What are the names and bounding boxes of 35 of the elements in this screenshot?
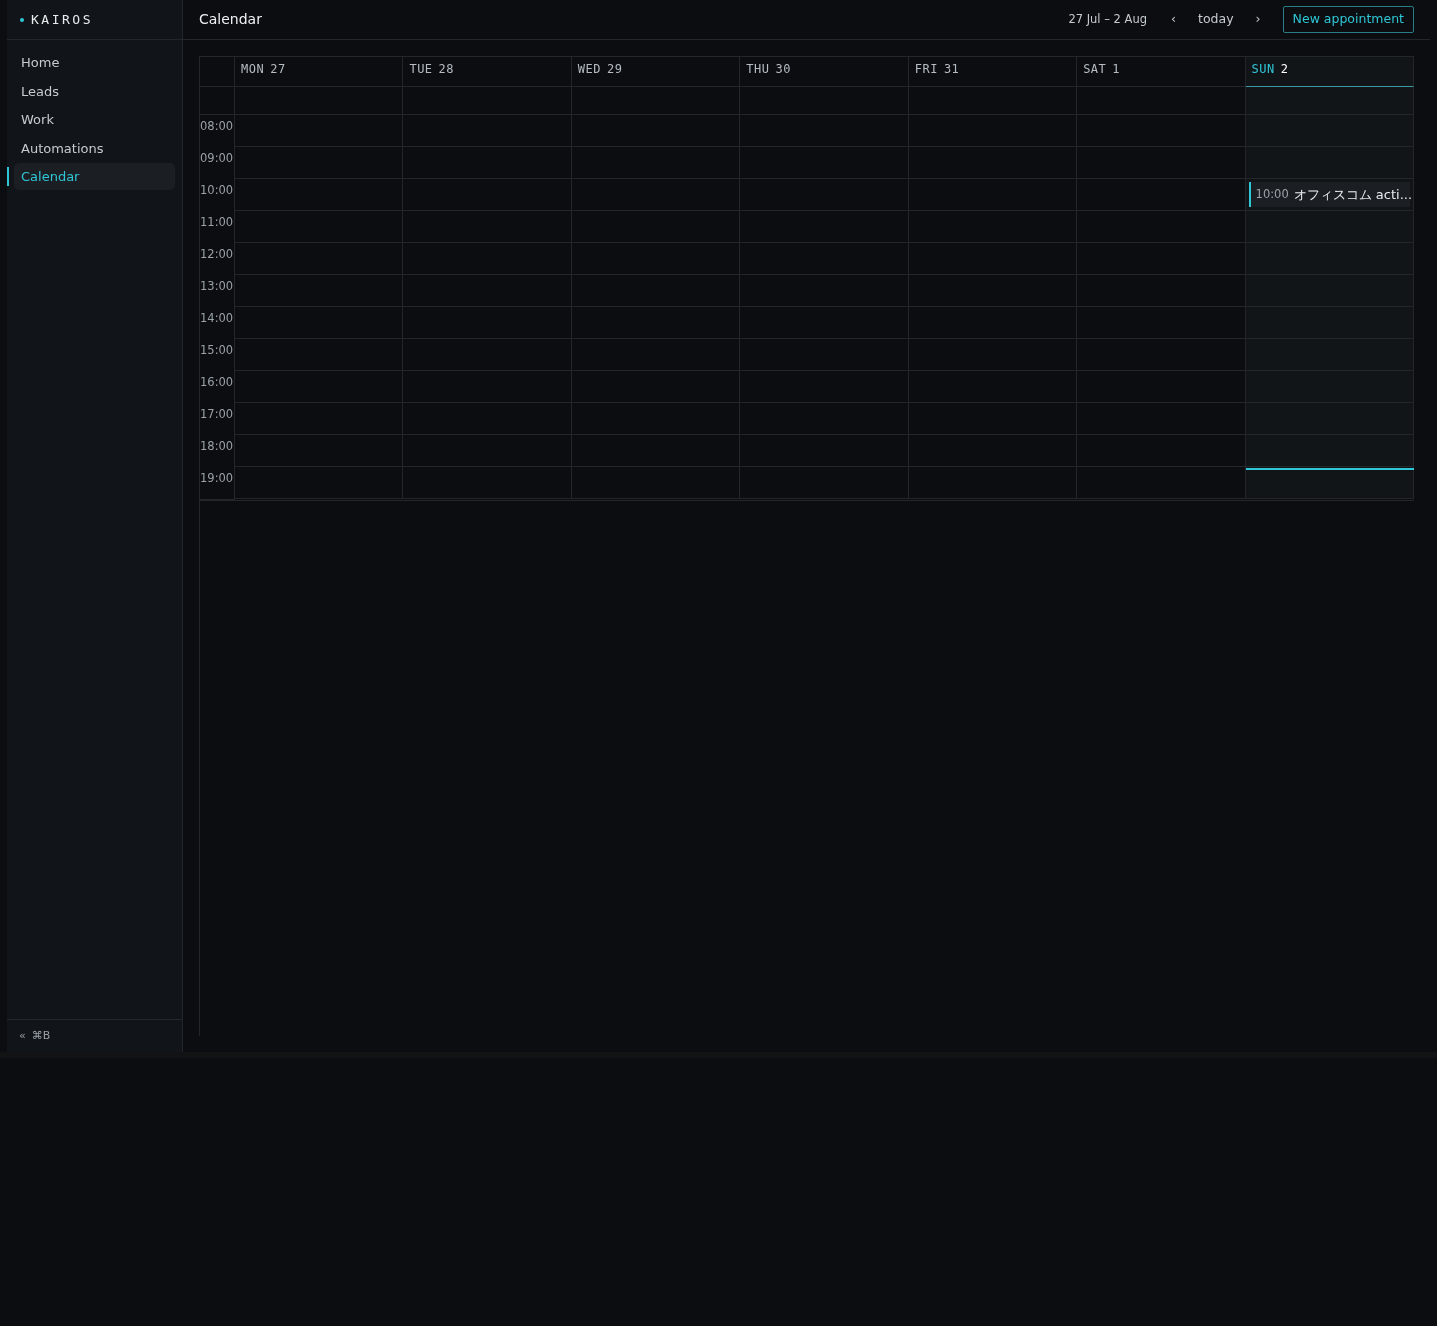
brand-name: KAIROS bbox=[31, 10, 93, 29]
hour-label: 09:00 bbox=[200, 147, 235, 179]
hour-label: 08:00 bbox=[200, 115, 235, 147]
hour-label: 19:00 bbox=[200, 467, 235, 499]
hour-label: 14:00 bbox=[200, 307, 235, 339]
day-header: TUE 28 bbox=[403, 57, 572, 87]
hour-label: 17:00 bbox=[200, 403, 235, 435]
day-header: MON 27 bbox=[235, 57, 404, 87]
sidebar-item[interactable]: Work bbox=[14, 106, 175, 133]
calendar-event[interactable]: 10:00 オフィスコム acti... bbox=[1248, 182, 1410, 207]
next-button[interactable]: › bbox=[1249, 8, 1267, 31]
sidebar-item[interactable]: Home bbox=[14, 49, 175, 76]
day-header: SAT 1 bbox=[1077, 57, 1246, 87]
active-indicator bbox=[7, 167, 9, 186]
day-header: THU 30 bbox=[740, 57, 909, 87]
keyboard-shortcut: ⌘B bbox=[31, 1027, 51, 1044]
logo-dot-icon bbox=[20, 17, 24, 22]
hour-label: 10:00 bbox=[200, 179, 235, 211]
collapse-icon[interactable]: « bbox=[19, 1027, 26, 1045]
today-button[interactable]: today bbox=[1192, 8, 1240, 31]
hour-label: 11:00 bbox=[200, 211, 235, 243]
day-header: FRI 31 bbox=[908, 57, 1078, 87]
date-range: 27 Jul – 2 Aug bbox=[1068, 10, 1148, 28]
hour-label: 13:00 bbox=[200, 275, 235, 307]
hour-label: 18:00 bbox=[200, 435, 235, 467]
new-appointment-button[interactable]: New appointment bbox=[1282, 6, 1414, 33]
hour-label: 15:00 bbox=[200, 339, 235, 371]
day-header: SUN 2 bbox=[1245, 57, 1414, 87]
sidebar-item[interactable]: Leads bbox=[14, 77, 175, 104]
sidebar-item[interactable]: Automations bbox=[14, 134, 175, 161]
previous-button[interactable]: ‹ bbox=[1165, 8, 1183, 31]
hour-label: 12:00 bbox=[200, 243, 235, 275]
day-header: WED 29 bbox=[571, 57, 741, 87]
page-title: Calendar bbox=[199, 10, 262, 29]
hour-label: 16:00 bbox=[200, 371, 235, 403]
